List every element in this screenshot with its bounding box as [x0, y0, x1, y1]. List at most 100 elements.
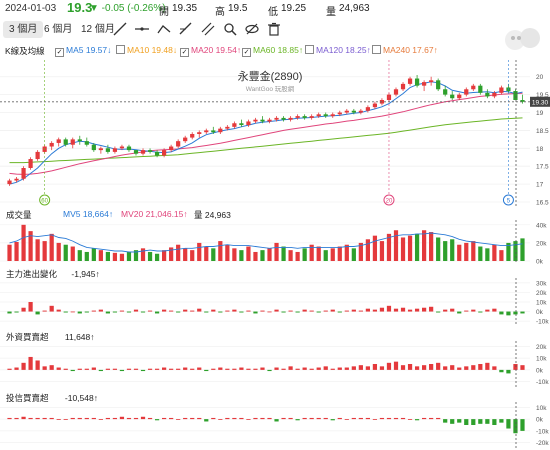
bar [379, 366, 385, 370]
polyline-icon[interactable] [156, 22, 172, 38]
price-change: ▼ -0.05 (-0.26%) [89, 3, 166, 14]
net-flow-chart[interactable]: 30k 20k 10k 0k -10k [0, 278, 550, 326]
bar [77, 417, 82, 420]
bar [358, 417, 363, 420]
bar [309, 417, 314, 420]
bar [140, 248, 146, 261]
bar [337, 311, 342, 313]
bar [56, 419, 61, 420]
bar [450, 239, 455, 261]
legend-ma240[interactable]: MA240 17.67↑ [372, 45, 438, 55]
bar [176, 311, 181, 313]
bar [365, 366, 370, 370]
bar [407, 309, 413, 312]
channel-icon[interactable] [200, 22, 216, 38]
legend-ma240-label: MA240 17.67↑ [383, 45, 438, 55]
bar [400, 237, 406, 261]
candle-body [302, 116, 307, 118]
line-tool-icon[interactable] [112, 22, 128, 38]
bar [225, 244, 230, 261]
bar [162, 367, 167, 370]
bar [302, 309, 307, 312]
bar [274, 419, 279, 422]
bar [414, 366, 420, 370]
bar [436, 237, 441, 261]
bar [372, 419, 378, 420]
candle-body [246, 121, 251, 126]
candle-body [147, 150, 153, 152]
candle-body [274, 117, 279, 120]
candle-body [344, 110, 349, 113]
bar [211, 417, 216, 420]
bar [302, 367, 307, 370]
bar [260, 310, 265, 312]
bar [169, 417, 174, 420]
candle-body [471, 85, 476, 90]
bar [386, 362, 392, 370]
toolbar: 3 個月 6 個月 12 個月 [0, 19, 550, 41]
bar [281, 368, 286, 370]
legend-ma120[interactable]: MA120 18.25↑ [305, 45, 371, 55]
bar [63, 244, 68, 261]
bar [56, 367, 61, 370]
bar [154, 368, 160, 370]
legend-ma10[interactable]: MA10 19.48↓ [116, 45, 177, 55]
bar [393, 308, 399, 312]
ma-legend: K線及均線 ✓ MA5 19.57↓ MA10 19.48↓ ✓ MA20 19.5… [0, 42, 550, 58]
trash-icon[interactable] [266, 22, 282, 38]
bar [499, 419, 504, 423]
candle-body [260, 119, 265, 122]
bar [492, 366, 497, 370]
bar [98, 419, 103, 420]
horizontal-line-icon[interactable] [134, 22, 150, 38]
candle-body [351, 110, 356, 113]
foreign-chart[interactable]: 20k 10k 0k -10k [0, 341, 550, 387]
bar [119, 369, 125, 372]
bar [154, 311, 160, 314]
bar [239, 250, 244, 261]
legend-ma10-label: MA10 19.48↓ [127, 45, 178, 55]
bar [133, 417, 139, 420]
volume-chart[interactable]: 40k 20k 0k [0, 220, 550, 264]
ma20-line [9, 92, 523, 175]
candle-body [140, 150, 146, 154]
y-tick-label: 19 [536, 110, 544, 117]
eye-off-icon[interactable] [244, 22, 260, 38]
tab-6-months[interactable]: 6 個月 [38, 21, 78, 38]
bar [225, 368, 230, 370]
legend-ma60[interactable]: ✓ MA60 18.85↑ [242, 45, 303, 57]
candle-body [513, 91, 518, 100]
bar [246, 310, 251, 312]
candle-body [288, 117, 293, 120]
bar [56, 242, 61, 261]
legend-ma20[interactable]: ✓ MA20 19.54↑ [180, 45, 241, 57]
bar [154, 253, 160, 261]
bar [232, 368, 237, 370]
bar [372, 309, 378, 312]
zoom-icon[interactable] [222, 22, 238, 38]
bar [126, 417, 132, 420]
measure-icon[interactable] [178, 22, 194, 38]
bar [429, 306, 434, 312]
bar [98, 369, 103, 372]
legend-ma5[interactable]: ✓ MA5 19.57↓ [55, 45, 111, 57]
bar [112, 311, 118, 313]
bar [253, 368, 258, 370]
bar [260, 250, 265, 261]
bar [436, 417, 441, 420]
bar [28, 302, 33, 312]
bar [330, 248, 335, 261]
candlestick-chart[interactable]: 永豐金(2890) WantGoo 玩股網 2019.51918.51817.5… [0, 60, 550, 208]
bar [499, 250, 504, 261]
bar [485, 362, 490, 370]
bar [316, 311, 321, 313]
bar [323, 310, 328, 312]
bar [365, 239, 370, 261]
bar [140, 311, 146, 313]
candle-body [499, 87, 504, 93]
bar [309, 310, 314, 312]
bar [14, 417, 19, 420]
trust-chart[interactable]: 10k 0k -10k -20k [0, 402, 550, 448]
candle-body [330, 114, 335, 117]
legend-ma120-label: MA120 18.25↑ [316, 45, 371, 55]
